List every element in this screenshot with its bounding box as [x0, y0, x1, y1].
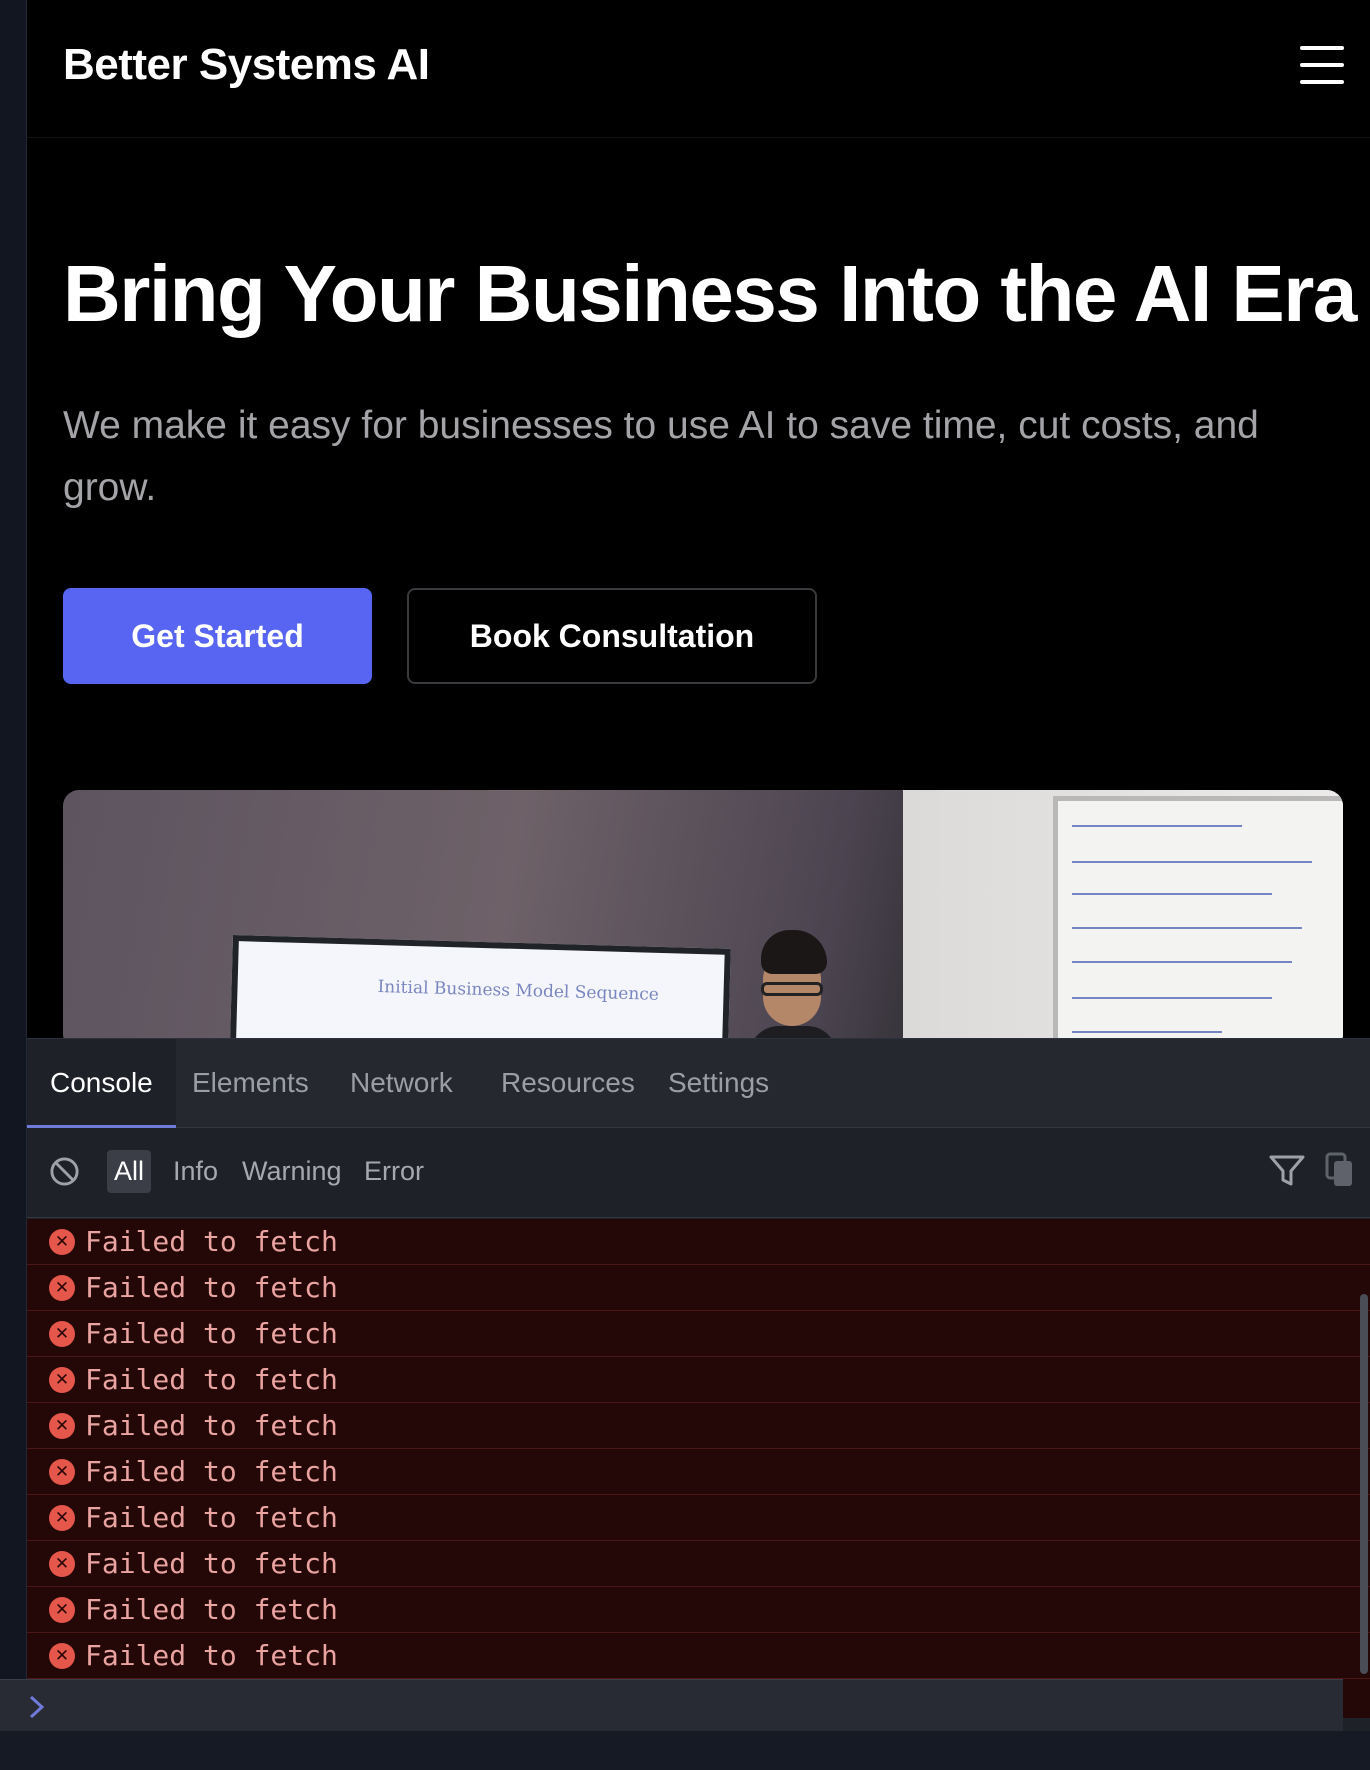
hero-image-presentation-screen: Initial Business Model Sequence: [229, 935, 731, 1038]
devtools-tabbar: Console Elements Network Resources Setti…: [27, 1039, 1370, 1128]
get-started-button[interactable]: Get Started: [63, 588, 372, 684]
prompt-chevron-icon: [29, 1695, 45, 1719]
log-message: Failed to fetch: [85, 1501, 338, 1534]
left-window-strip: [0, 0, 27, 1770]
devtools-panel: Console Elements Network Resources Setti…: [27, 1038, 1370, 1731]
log-row[interactable]: ✕ Failed to fetch: [27, 1219, 1370, 1265]
filter-warning[interactable]: Warning: [242, 1150, 342, 1193]
console-input[interactable]: [60, 1688, 1320, 1724]
log-row[interactable]: ✕ Failed to fetch: [27, 1265, 1370, 1311]
log-message: Failed to fetch: [85, 1593, 338, 1626]
log-row[interactable]: ✕ Failed to fetch: [27, 1449, 1370, 1495]
log-row[interactable]: ✕ Failed to fetch: [27, 1357, 1370, 1403]
console-scrollbar[interactable]: [1360, 1294, 1368, 1674]
tab-elements[interactable]: Elements: [192, 1039, 309, 1128]
brand-logo[interactable]: Better Systems AI: [63, 40, 430, 90]
error-icon: ✕: [49, 1642, 75, 1669]
log-message: Failed to fetch: [85, 1225, 338, 1258]
console-prompt: [0, 1679, 1343, 1731]
tab-resources[interactable]: Resources: [501, 1039, 635, 1128]
log-message: Failed to fetch: [85, 1639, 338, 1672]
tab-console[interactable]: Console: [27, 1039, 176, 1128]
log-row[interactable]: ✕ Failed to fetch: [27, 1633, 1370, 1679]
filter-all[interactable]: All: [107, 1150, 152, 1193]
error-icon: ✕: [49, 1412, 75, 1439]
error-icon: ✕: [49, 1320, 75, 1347]
error-icon: ✕: [49, 1228, 75, 1255]
book-consultation-button[interactable]: Book Consultation: [407, 588, 817, 684]
hero-image-whiteboard: [1053, 796, 1343, 1038]
log-message: Failed to fetch: [85, 1271, 338, 1304]
log-row[interactable]: ✕ Failed to fetch: [27, 1311, 1370, 1357]
log-row[interactable]: ✕ Failed to fetch: [27, 1587, 1370, 1633]
site-header: Better Systems AI: [27, 0, 1370, 138]
copy-icon[interactable]: [1325, 1152, 1355, 1188]
error-icon: ✕: [49, 1274, 75, 1301]
clear-console-icon[interactable]: [49, 1156, 80, 1187]
hero-title: Bring Your Business Into the AI Era: [63, 249, 1357, 338]
console-filterbar: All Info Warning Error: [27, 1128, 1370, 1218]
filter-info[interactable]: Info: [173, 1150, 218, 1193]
log-message: Failed to fetch: [85, 1317, 338, 1350]
tab-network[interactable]: Network: [350, 1039, 453, 1128]
tab-settings[interactable]: Settings: [668, 1039, 769, 1128]
error-icon: ✕: [49, 1550, 75, 1577]
screen: Better Systems AI Bring Your Business In…: [0, 0, 1370, 1770]
menu-bar: [1300, 80, 1344, 84]
log-row[interactable]: ✕ Failed to fetch: [27, 1541, 1370, 1587]
hamburger-menu-icon[interactable]: [1300, 46, 1344, 84]
hero-image: Initial Business Model Sequence: [63, 790, 1343, 1038]
bottom-window-strip: [0, 1731, 1370, 1770]
log-message: Failed to fetch: [85, 1363, 338, 1396]
log-message: Failed to fetch: [85, 1547, 338, 1580]
presentation-screen-text: Initial Business Model Sequence: [377, 977, 660, 1005]
error-icon: ✕: [49, 1366, 75, 1393]
log-row[interactable]: ✕ Failed to fetch: [27, 1403, 1370, 1449]
menu-bar: [1300, 63, 1344, 67]
log-message: Failed to fetch: [85, 1455, 338, 1488]
error-icon: ✕: [49, 1596, 75, 1623]
filter-funnel-icon[interactable]: [1269, 1154, 1305, 1188]
log-row[interactable]: ✕ Failed to fetch: [27, 1495, 1370, 1541]
error-icon: ✕: [49, 1458, 75, 1485]
menu-bar: [1300, 46, 1344, 50]
hero-image-person: [749, 930, 837, 1038]
log-message: Failed to fetch: [85, 1409, 338, 1442]
error-icon: ✕: [49, 1504, 75, 1531]
console-log-list: ✕ Failed to fetch ✕ Failed to fetch ✕ Faile…: [27, 1219, 1370, 1718]
website-viewport: Better Systems AI Bring Your Business In…: [27, 0, 1370, 1038]
filter-error[interactable]: Error: [364, 1150, 424, 1193]
hero-subtitle: We make it easy for businesses to use AI…: [63, 404, 1259, 509]
